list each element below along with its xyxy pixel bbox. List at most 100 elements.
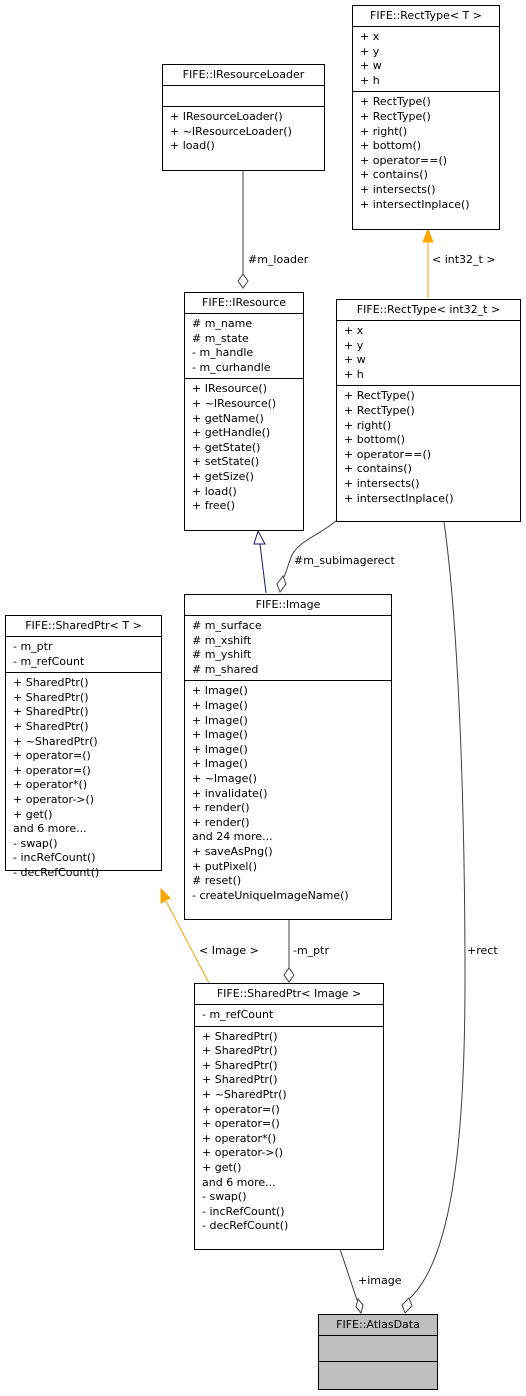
- method-item: + load(): [170, 139, 215, 153]
- attribute-item: # m_shared: [192, 662, 259, 676]
- method-item: + right(): [344, 418, 392, 432]
- method-item: + ~SharedPtr(): [13, 734, 98, 748]
- attributes: + x + y + w + h: [353, 27, 499, 91]
- class-image[interactable]: FIFE::Image # m_surface # m_xshift # m_ysh…: [184, 594, 392, 920]
- method-item: + intersectInplace(): [344, 491, 454, 505]
- method-item: - decRefCount(): [13, 865, 100, 879]
- attribute-item: # m_name: [192, 317, 253, 330]
- inheritance-arrowhead: [253, 529, 266, 545]
- method-item: - createUniqueImageName(): [192, 888, 349, 902]
- method-item: + SharedPtr(): [13, 719, 89, 733]
- methods: + RectType() + RectType() + right() + botto…: [353, 91, 499, 215]
- method-item: + IResourceLoader(): [170, 110, 283, 123]
- attribute-item: + w: [344, 353, 366, 367]
- method-item: + contains(): [344, 462, 412, 476]
- attribute-item: + x: [360, 30, 380, 43]
- class-sharedptr-t[interactable]: FIFE::SharedPtr< T > - m_ptr - m_refCount…: [5, 615, 162, 879]
- method-item: + getState(): [192, 440, 261, 454]
- method-item: + putPixel(): [192, 859, 258, 873]
- method-item: - incRefCount(): [13, 851, 96, 865]
- attributes: - m_ptr - m_refCount: [6, 637, 161, 672]
- method-item: # reset(): [192, 874, 242, 888]
- edge-label-image-template: < Image >: [199, 944, 259, 957]
- class-name: FIFE::RectType< T >: [353, 6, 499, 27]
- method-item: + SharedPtr(): [202, 1044, 278, 1058]
- template-arrowhead: [422, 227, 434, 243]
- method-item: + RectType(): [344, 403, 415, 417]
- method-item: + contains(): [360, 168, 428, 182]
- method-item: + Image(): [192, 698, 248, 712]
- method-item: - incRefCount(): [202, 1204, 285, 1218]
- class-sharedptr-image[interactable]: FIFE::SharedPtr< Image > - m_refCount + …: [194, 983, 384, 1250]
- method-item: + intersectInplace(): [360, 197, 470, 211]
- attributes: [163, 86, 324, 106]
- method-item: + getName(): [192, 411, 264, 425]
- class-recttype-int32[interactable]: FIFE::RectType< int32_t > + x + y + w + h +…: [336, 299, 521, 522]
- method-item: + operator=(): [13, 749, 91, 763]
- methods: + RectType() + RectType() + right() + botto…: [337, 385, 520, 509]
- method-item: + invalidate(): [192, 786, 268, 800]
- class-iresource[interactable]: FIFE::IResource # m_name # m_state - m_han…: [184, 292, 304, 531]
- methods: + SharedPtr() + SharedPtr() + SharedPtr() +…: [195, 1025, 383, 1237]
- attributes: [319, 1336, 437, 1361]
- attribute-item: + y: [360, 44, 380, 58]
- class-name: FIFE::AtlasData: [319, 1315, 437, 1336]
- method-item: + operator=(): [13, 763, 91, 777]
- method-item: + right(): [360, 124, 408, 138]
- attributes: - m_refCount: [195, 1005, 383, 1026]
- method-item: + RectType(): [360, 95, 431, 109]
- method-item: + Image(): [192, 684, 248, 698]
- class-iresourceloader[interactable]: FIFE::IResourceLoader + IResourceLoader(…: [162, 64, 325, 171]
- method-item: + intersects(): [344, 476, 420, 490]
- method-item: - swap(): [13, 836, 58, 850]
- edge-label-m-subimagerect: #m_subimagerect: [294, 554, 395, 567]
- method-item: + RectType(): [360, 109, 431, 123]
- attribute-item: - m_curhandle: [192, 360, 271, 374]
- attribute-item: + w: [360, 59, 382, 73]
- method-item: + render(): [192, 801, 250, 815]
- method-item: and 6 more...: [13, 822, 87, 836]
- class-name: FIFE::SharedPtr< Image >: [195, 984, 383, 1005]
- class-name: FIFE::IResourceLoader: [163, 65, 324, 86]
- method-item: + ~Image(): [192, 771, 257, 785]
- aggregation-diamond: [355, 1297, 364, 1315]
- class-atlasdata[interactable]: FIFE::AtlasData: [318, 1314, 438, 1390]
- attributes: # m_name # m_state - m_handle - m_curhandle: [185, 314, 303, 378]
- method-item: + getSize(): [192, 469, 254, 483]
- attributes: # m_surface # m_xshift # m_yshift # m_share…: [185, 616, 391, 680]
- methods: + IResourceLoader() + ~IResourceLoader() +…: [163, 106, 324, 157]
- attribute-item: # m_xshift: [192, 633, 252, 647]
- aggregation-diamond: [401, 1297, 413, 1314]
- method-item: + bottom(): [360, 139, 422, 153]
- method-item: + operator*(): [13, 778, 88, 792]
- aggregation-diamond: [283, 967, 295, 983]
- method-item: + operator->(): [13, 792, 95, 806]
- class-recttype-t[interactable]: FIFE::RectType< T > + x + y + w + h + RectT…: [352, 5, 500, 230]
- methods: [319, 1361, 437, 1387]
- method-item: + operator->(): [202, 1146, 284, 1160]
- method-item: and 6 more...: [202, 1175, 276, 1189]
- methods: + Image() + Image() + Image() + Image() + Im…: [185, 680, 391, 906]
- class-name: FIFE::SharedPtr< T >: [6, 616, 161, 637]
- method-item: + SharedPtr(): [202, 1029, 278, 1043]
- edge-label-image: +image: [358, 1274, 402, 1287]
- method-item: + setState(): [192, 455, 260, 469]
- attribute-item: # m_surface: [192, 619, 262, 632]
- attribute-item: + h: [360, 73, 380, 87]
- method-item: + operator=(): [202, 1117, 280, 1131]
- method-item: + load(): [192, 484, 237, 498]
- method-item: - swap(): [202, 1190, 247, 1204]
- method-item: + ~IResource(): [192, 396, 277, 410]
- edge-label-m-loader: #m_loader: [248, 253, 309, 266]
- method-item: + SharedPtr(): [13, 705, 89, 719]
- methods: + SharedPtr() + SharedPtr() + SharedPtr() +…: [6, 672, 161, 883]
- method-item: and 24 more...: [192, 830, 273, 844]
- method-item: + operator=(): [202, 1102, 280, 1116]
- method-item: + intersects(): [360, 182, 436, 196]
- method-item: + operator*(): [202, 1131, 277, 1145]
- edge-label-int32: < int32_t >: [432, 253, 496, 266]
- method-item: + bottom(): [344, 433, 406, 447]
- attribute-item: - m_ptr: [13, 640, 53, 653]
- edge-label-m-ptr: -m_ptr: [293, 944, 330, 957]
- template-arrowhead: [160, 887, 171, 904]
